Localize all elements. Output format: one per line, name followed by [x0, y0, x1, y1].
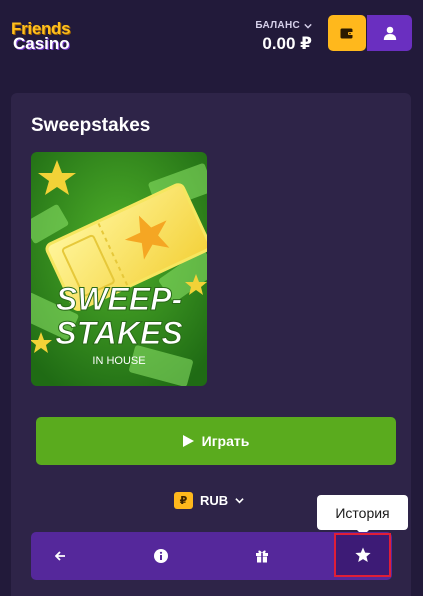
logo-line-2: Casino [13, 34, 70, 53]
game-toolbar [31, 532, 392, 580]
chevron-down-icon [235, 498, 244, 504]
info-icon [154, 549, 168, 563]
balance-label: БАЛАНС [255, 20, 300, 31]
info-button[interactable] [132, 532, 190, 580]
thumb-text-line1: SWEEP- [56, 281, 182, 317]
game-title: Sweepstakes [31, 115, 151, 136]
play-icon [182, 435, 194, 447]
balance-label-row: БАЛАНС [255, 20, 312, 31]
balance-amount: 0.00 ₽ [262, 34, 312, 53]
user-profile-button[interactable] [367, 15, 412, 51]
user-icon [383, 26, 396, 40]
wallet-button[interactable] [328, 15, 366, 51]
back-button[interactable] [31, 532, 89, 580]
wallet-icon [340, 28, 354, 39]
currency-selector[interactable]: ₽ RUB [174, 492, 244, 509]
play-button[interactable]: Играть [36, 417, 396, 465]
chevron-down-icon [304, 23, 312, 29]
ruble-icon: ₽ [174, 492, 193, 509]
currency-code: RUB [200, 493, 229, 508]
history-button[interactable] [334, 533, 391, 577]
play-button-label: Играть [201, 433, 250, 449]
gift-button[interactable] [233, 532, 291, 580]
gift-icon [256, 550, 268, 563]
friends-casino-logo[interactable]: Friends Casino [11, 20, 71, 53]
history-tooltip: История [317, 495, 408, 536]
thumb-text-line2: STAKES [55, 315, 183, 351]
balance-widget[interactable]: БАЛАНС 0.00 ₽ [255, 20, 312, 54]
header: Friends Casino БАЛАНС 0.00 ₽ [0, 0, 423, 76]
game-thumbnail[interactable]: SWEEP- STAKES IN HOUSE [31, 152, 207, 386]
thumb-subtitle: IN HOUSE [92, 355, 145, 367]
star-icon [354, 547, 371, 562]
back-arrow-icon [54, 551, 65, 561]
sweepstakes-artwork: SWEEP- STAKES IN HOUSE [31, 152, 207, 386]
